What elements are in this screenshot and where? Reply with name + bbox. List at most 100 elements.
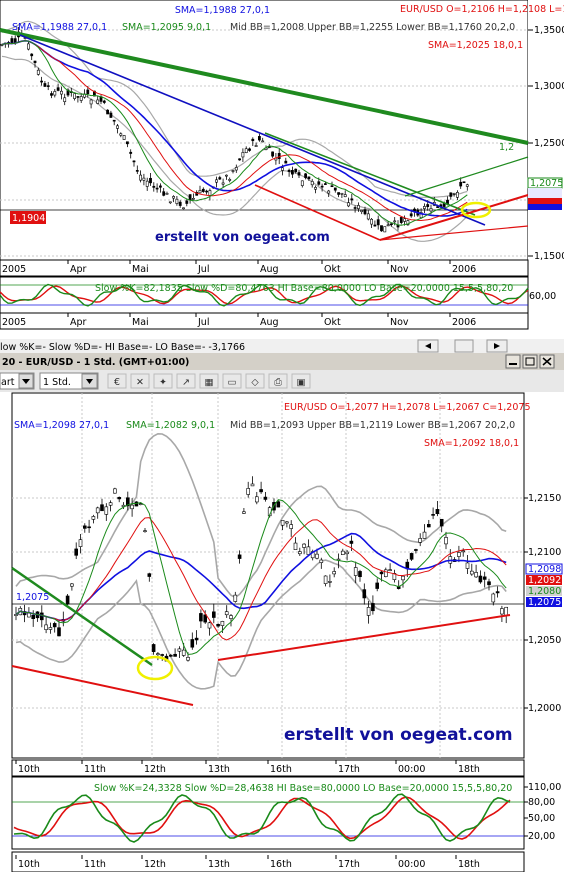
bottom-candle-body bbox=[289, 524, 294, 529]
scroll-controls[interactable] bbox=[417, 339, 508, 353]
top-candle-body bbox=[459, 181, 463, 187]
top-right-marker-blue bbox=[528, 204, 562, 210]
window-controls[interactable] bbox=[505, 354, 555, 369]
top-candle-body bbox=[56, 87, 60, 91]
x-tick-label: 12th bbox=[144, 764, 166, 775]
osc-y-tick-label: 20,00 bbox=[528, 831, 555, 842]
top-candle-body bbox=[284, 160, 288, 164]
bottom-candle-body bbox=[100, 504, 104, 512]
top-candle-body bbox=[356, 205, 360, 209]
top-candle-body bbox=[455, 192, 459, 198]
x-tick-label: 13th bbox=[208, 764, 230, 775]
top-candle-body bbox=[172, 196, 176, 199]
toolbar-icon: ↗ bbox=[182, 377, 190, 388]
top-candle-body bbox=[380, 225, 383, 232]
bottom-candle-body bbox=[169, 654, 173, 657]
bottom-candle-body bbox=[117, 497, 121, 500]
top-candle-body bbox=[59, 90, 63, 95]
osc-y-tick-label: 110,00 bbox=[528, 782, 561, 793]
bottom-candle-body bbox=[293, 542, 298, 550]
bottom-candle-body bbox=[237, 554, 242, 559]
top-candle-body bbox=[112, 119, 116, 122]
x-tick-label: 10th bbox=[18, 764, 40, 775]
top-candle-body bbox=[205, 190, 209, 193]
top-candle-body bbox=[86, 89, 90, 94]
x-tick-label: 12th bbox=[144, 859, 166, 870]
top-candle-body bbox=[337, 192, 341, 195]
bottom-candle-body bbox=[383, 569, 388, 577]
top-candle-body bbox=[376, 219, 380, 226]
top-price-label-left: 1,1904 bbox=[12, 213, 45, 224]
top-candle-body bbox=[307, 176, 311, 180]
bottom-candle-body bbox=[379, 571, 384, 575]
top-candle-body bbox=[76, 96, 80, 98]
toolbar-icons[interactable]: € ✕ ✦ ↗ ▦ ▭ ◇ ⎙ ▣ bbox=[107, 373, 311, 389]
top-bb-text: Mid BB=1,2008 Upper BB=1,2255 Lower BB=1… bbox=[230, 22, 515, 33]
top-sma-green-text: SMA=1,2095 9,0,1 bbox=[122, 22, 211, 33]
x-tick-label: Apr bbox=[70, 317, 87, 328]
top-candle-body bbox=[116, 125, 119, 129]
minimize-button[interactable] bbox=[505, 354, 521, 369]
bottom-candle-body bbox=[349, 540, 354, 544]
top-candle-body bbox=[340, 192, 344, 195]
bottom-candle-body bbox=[323, 575, 328, 584]
top-candle-body bbox=[102, 100, 106, 103]
bottom-candle-body bbox=[435, 509, 440, 515]
top-candle-body bbox=[129, 151, 133, 154]
bottom-candle-body bbox=[332, 571, 337, 575]
top-candle-body bbox=[426, 204, 430, 208]
top-candle-body bbox=[165, 193, 169, 195]
top-candle-body bbox=[43, 83, 47, 87]
bottom-y-tick-label: 1,2150 bbox=[528, 493, 561, 504]
bottom-candle-body bbox=[358, 571, 362, 578]
top-candle-body bbox=[389, 223, 393, 226]
bottom-candle-body bbox=[487, 581, 491, 586]
top-candle-body bbox=[218, 177, 222, 180]
top-osc-right-label: 60,00 bbox=[529, 291, 556, 302]
top-candle-body bbox=[119, 133, 123, 136]
maximize-button[interactable] bbox=[522, 354, 538, 369]
window-title: 20 - EUR/USD - 1 Std. (GMT+01:00) bbox=[2, 357, 189, 368]
top-watermark: erstellt von oegeat.com bbox=[155, 230, 330, 245]
bottom-candle-body bbox=[276, 501, 281, 508]
bottom-candle-body bbox=[422, 531, 427, 539]
chart-type-value: art bbox=[1, 377, 15, 388]
top-osc-label: Slow %K=82,1835 Slow %D=80,4763 HI Base=… bbox=[95, 283, 513, 294]
bottom-candle-body bbox=[491, 593, 496, 603]
bottom-candle-body bbox=[83, 525, 87, 529]
top-candle-body bbox=[188, 194, 192, 200]
bottom-candle-body bbox=[500, 608, 504, 615]
bottom-candle-body bbox=[280, 520, 285, 526]
top-candle-body bbox=[363, 209, 367, 215]
scroll-thumb[interactable] bbox=[454, 339, 474, 353]
x-tick-label: 16th bbox=[270, 764, 292, 775]
top-candle-body bbox=[449, 192, 453, 197]
x-tick-label: 17th bbox=[338, 764, 360, 775]
bottom-candle-body bbox=[255, 496, 259, 503]
top-candle-body bbox=[323, 183, 327, 185]
top-candle-body bbox=[294, 168, 298, 173]
bottom-candle-body bbox=[474, 572, 478, 578]
bottom-price-label-left: 1,2075 bbox=[16, 592, 49, 603]
bottom-y-tick-label: 1,2100 bbox=[528, 547, 561, 558]
top-candle-body bbox=[221, 182, 225, 185]
bottom-candle-body bbox=[439, 518, 444, 527]
x-tick-label: 13th bbox=[208, 859, 230, 870]
bottom-sma-blue-text: SMA=1,2098 27,0,1 bbox=[14, 420, 109, 431]
top-candle-body bbox=[40, 80, 44, 83]
top-candle-body bbox=[142, 177, 146, 181]
x-tick-label: 17th bbox=[338, 859, 360, 870]
bottom-candle-body bbox=[207, 622, 212, 629]
x-tick-label: Apr bbox=[70, 264, 87, 275]
osc-y-tick-label: 50,00 bbox=[528, 813, 555, 824]
top-sma-blue-text: SMA=1,1988 27,0,1 bbox=[12, 22, 107, 33]
bottom-sma-red-text: SMA=1,2092 18,0,1 bbox=[424, 438, 519, 449]
bottom-candle-body bbox=[414, 549, 418, 551]
bottom-candle-body bbox=[478, 575, 483, 583]
top-candle-body bbox=[304, 173, 308, 178]
toolbar-icon: ✦ bbox=[159, 377, 167, 388]
bottom-candle-body bbox=[315, 553, 319, 559]
top-candle-body bbox=[152, 185, 156, 188]
bottom-candle-body bbox=[31, 614, 36, 620]
x-tick-label: Nov bbox=[390, 317, 409, 328]
